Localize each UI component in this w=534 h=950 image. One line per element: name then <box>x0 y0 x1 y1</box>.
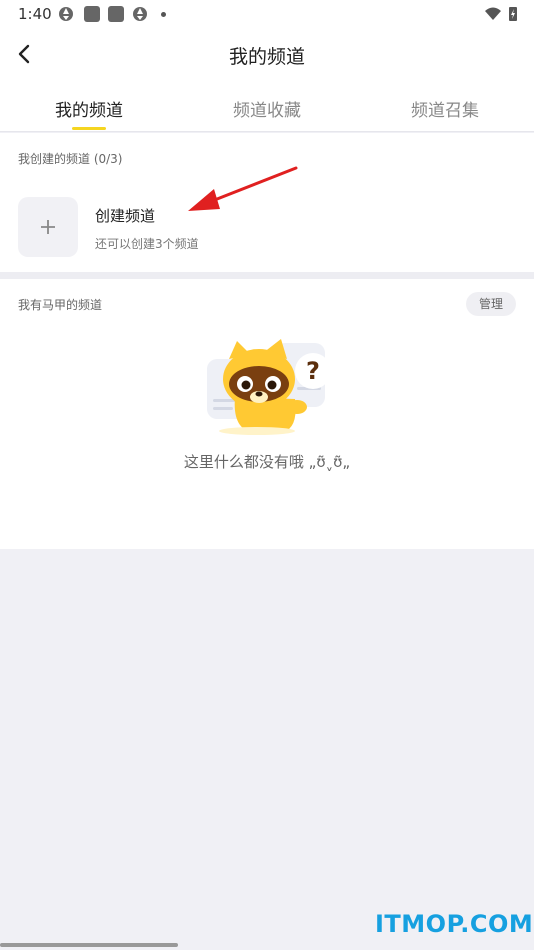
tab-channel-favorites[interactable]: 频道收藏 <box>178 80 356 132</box>
alias-channels-section: 我有马甲的频道 管理 ? 这里什么都没有哦 „ʊ̃ˬʊ̃„ <box>0 279 534 549</box>
empty-state-text: 这里什么都没有哦 „ʊ̃ˬʊ̃„ <box>183 453 351 471</box>
tab-bar: 我的频道 频道收藏 频道召集 <box>0 80 534 132</box>
tab-channel-recruit[interactable]: 频道召集 <box>356 80 534 132</box>
section-divider <box>0 272 534 279</box>
svg-text:?: ? <box>306 357 320 385</box>
home-indicator <box>0 943 178 947</box>
manage-button[interactable]: 管理 <box>466 292 516 316</box>
chevron-left-icon <box>18 44 30 64</box>
alias-channels-label: 我有马甲的频道 <box>18 298 103 312</box>
plus-icon <box>41 220 55 234</box>
tab-my-channels[interactable]: 我的频道 <box>0 80 178 132</box>
create-channel-subtitle: 还可以创建3个频道 <box>95 237 199 251</box>
created-channels-label: 我创建的频道 (0/3) <box>18 152 123 166</box>
status-time: 1:40 <box>18 5 52 23</box>
aperture-icon <box>59 7 73 21</box>
active-tab-indicator <box>72 127 106 130</box>
watermark: ITMOP.COM <box>375 910 534 938</box>
wifi-icon <box>485 7 501 20</box>
back-button[interactable] <box>8 38 40 70</box>
page-title: 我的频道 <box>228 46 305 68</box>
app-notification-icon <box>108 6 124 22</box>
aperture-icon <box>133 7 147 21</box>
battery-icon <box>509 7 517 21</box>
app-notification-icon <box>84 6 100 22</box>
header: 我的频道 <box>0 28 534 80</box>
raccoon-mascot-illustration: ? <box>207 339 331 435</box>
create-channel-title[interactable]: 创建频道 <box>95 205 155 226</box>
annotation-arrow-icon <box>188 166 298 211</box>
create-channel-button[interactable] <box>18 197 78 257</box>
status-bar: 1:40 <box>0 0 534 28</box>
more-notifications-dot <box>161 12 166 17</box>
